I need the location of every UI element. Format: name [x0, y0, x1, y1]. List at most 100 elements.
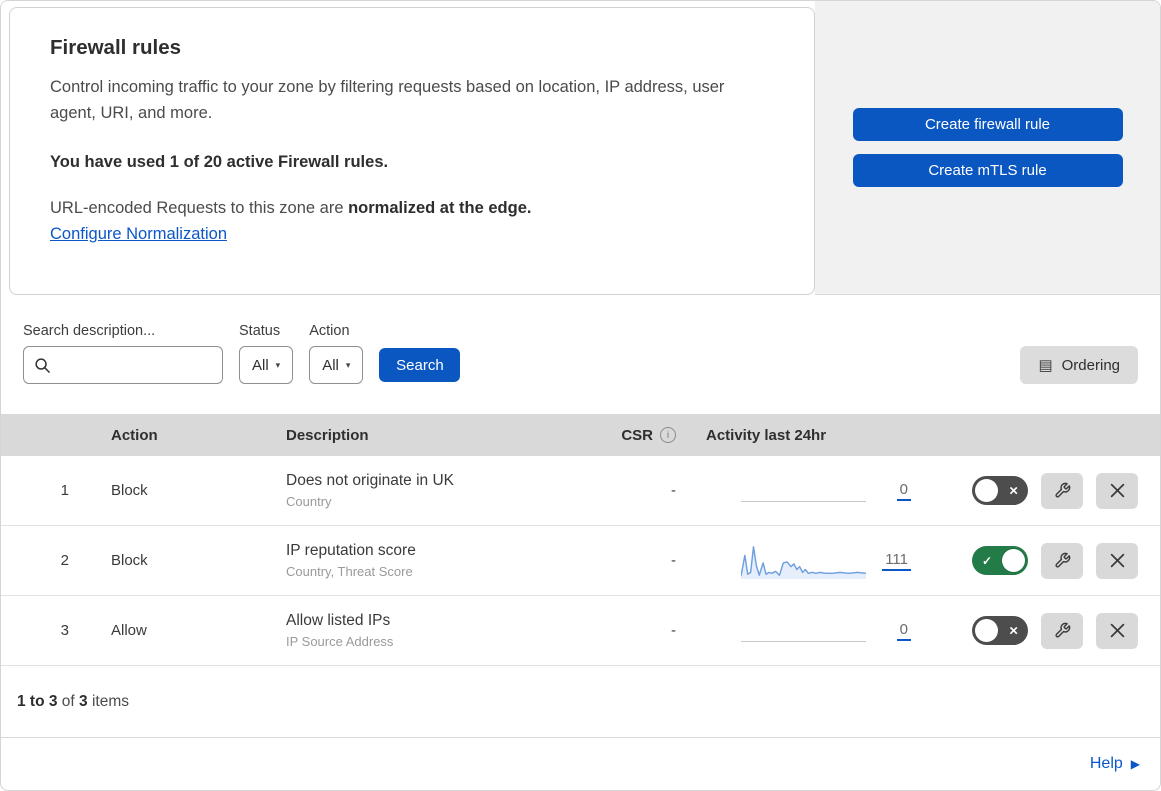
page-title: Firewall rules: [50, 36, 182, 59]
action-field-group: Action All ▾: [309, 323, 364, 384]
filter-bar: Search description... Status All ▾ Actio…: [1, 295, 1160, 414]
info-icon[interactable]: i: [660, 427, 676, 443]
action-dropdown[interactable]: All ▾: [309, 346, 364, 384]
normalization-note-prefix: URL-encoded Requests to this zone are: [50, 199, 349, 218]
close-icon: [1110, 553, 1124, 568]
wrench-icon: [1054, 482, 1070, 498]
activity-sparkline: [741, 543, 866, 579]
activity-count-link[interactable]: 0: [896, 481, 911, 501]
firewall-rules-page: Firewall rules Control incoming traffic …: [0, 0, 1161, 791]
wrench-icon: [1054, 622, 1070, 638]
action-label: Action: [309, 323, 350, 339]
search-input[interactable]: [59, 355, 212, 375]
activity-sparkline: [741, 613, 866, 649]
check-icon: ✓: [982, 553, 993, 568]
chevron-down-icon: ▾: [275, 359, 281, 370]
ordering-button-label: Ordering: [1061, 356, 1120, 374]
usage-summary: You have used 1 of 20 active Firewall ru…: [50, 153, 389, 172]
rule-controls: ×: [916, 472, 1160, 509]
status-dropdown[interactable]: All ▾: [239, 346, 294, 384]
create-firewall-rule-button[interactable]: Create firewall rule: [852, 108, 1123, 141]
arrow-right-icon: ▶: [1130, 757, 1140, 771]
delete-rule-button[interactable]: [1096, 612, 1138, 649]
pagination-range: 1 to 3: [17, 692, 58, 710]
help-link[interactable]: Help ▶: [1090, 755, 1140, 773]
list-icon: ▤: [1038, 357, 1053, 374]
rule-controls: ×: [916, 612, 1160, 649]
x-mark-icon: ×: [1009, 622, 1018, 639]
delete-rule-button[interactable]: [1096, 472, 1138, 509]
rule-priority: 1: [60, 482, 69, 499]
chevron-down-icon: ▾: [345, 359, 351, 370]
pagination-summary: 1 to 3 of 3 items: [1, 666, 1160, 738]
rule-fields: Country: [286, 494, 332, 509]
normalization-note: URL-encoded Requests to this zone are no…: [50, 199, 774, 218]
csr-column-label: CSR: [621, 426, 653, 444]
delete-rule-button[interactable]: [1096, 542, 1138, 579]
pagination-of: of: [57, 692, 80, 710]
activity-sparkline: [741, 473, 866, 509]
rule-csr-value: -: [671, 552, 676, 569]
filter-controls: Search description... Status All ▾ Actio…: [23, 323, 461, 384]
table-body: 1 Block Does not originate in UK Country - 0 ×…: [1, 456, 1160, 666]
close-icon: [1110, 483, 1124, 498]
flat-sparkline: [741, 500, 866, 502]
rule-action: Allow: [111, 622, 147, 639]
flat-sparkline: [741, 640, 866, 642]
normalization-note-bold: normalized at the edge.: [348, 199, 532, 218]
create-mtls-rule-button[interactable]: Create mTLS rule: [852, 154, 1123, 187]
description-column-header: Description: [286, 426, 369, 444]
toggle-knob: [975, 479, 998, 502]
rule-description: IP reputation score: [286, 542, 416, 559]
rule-priority: 3: [60, 622, 69, 639]
rule-activity-cell: 0: [701, 456, 916, 525]
rule-csr-value: -: [671, 482, 676, 499]
status-label: Status: [239, 323, 281, 339]
rule-activity-cell: 0: [701, 596, 916, 665]
help-bar: Help ▶: [1, 738, 1160, 790]
rule-description-cell: Does not originate in UK Country: [256, 472, 611, 509]
wrench-icon: [1054, 552, 1070, 568]
table-row: 1 Block Does not originate in UK Country - 0 ×: [1, 456, 1160, 526]
x-mark-icon: ×: [1009, 482, 1018, 499]
pagination-total: 3: [79, 692, 88, 710]
table-row: 3 Allow Allow listed IPs IP Source Address -…: [1, 596, 1160, 666]
rule-action: Block: [111, 482, 148, 499]
rule-priority: 2: [60, 552, 69, 569]
close-icon: [1110, 623, 1124, 638]
search-icon: [35, 357, 50, 373]
top-section: Firewall rules Control incoming traffic …: [1, 1, 1160, 295]
search-field-group: Search description...: [23, 323, 223, 384]
search-label: Search description...: [23, 323, 156, 339]
ordering-button[interactable]: ▤ Ordering: [1020, 346, 1138, 384]
header-card: Firewall rules Control incoming traffic …: [9, 7, 815, 295]
action-column-header: Action: [111, 426, 158, 444]
search-box[interactable]: [23, 346, 223, 384]
rule-enabled-toggle[interactable]: ✓: [972, 546, 1028, 575]
rule-enabled-toggle[interactable]: ×: [972, 476, 1028, 505]
rule-description-cell: Allow listed IPs IP Source Address: [256, 612, 611, 649]
csr-column-header: CSR i: [611, 427, 701, 444]
actions-panel: Create firewall rule Create mTLS rule: [815, 1, 1160, 295]
help-link-label: Help: [1089, 755, 1123, 772]
rule-enabled-toggle[interactable]: ×: [972, 616, 1028, 645]
rule-activity-cell: 111: [701, 526, 916, 595]
activity-count-link[interactable]: 111: [882, 551, 911, 571]
table-header: Action Description CSR i Activity last 2…: [1, 414, 1160, 456]
edit-rule-button[interactable]: [1041, 542, 1083, 579]
page-description: Control incoming traffic to your zone by…: [50, 78, 725, 122]
rule-description-cell: IP reputation score Country, Threat Score: [256, 542, 611, 579]
activity-column-header: Activity last 24hr: [706, 426, 827, 444]
toggle-knob: [1002, 549, 1025, 572]
search-button[interactable]: Search: [379, 348, 461, 382]
rule-csr-value: -: [671, 622, 676, 639]
edit-rule-button[interactable]: [1041, 612, 1083, 649]
rule-action: Block: [111, 552, 148, 569]
activity-count-link[interactable]: 0: [896, 621, 911, 641]
edit-rule-button[interactable]: [1041, 472, 1083, 509]
configure-normalization-link[interactable]: Configure Normalization: [50, 225, 227, 243]
rule-description: Does not originate in UK: [286, 472, 455, 489]
rule-description: Allow listed IPs: [286, 612, 391, 629]
rule-fields: Country, Threat Score: [286, 564, 413, 579]
rule-controls: ✓: [916, 542, 1160, 579]
